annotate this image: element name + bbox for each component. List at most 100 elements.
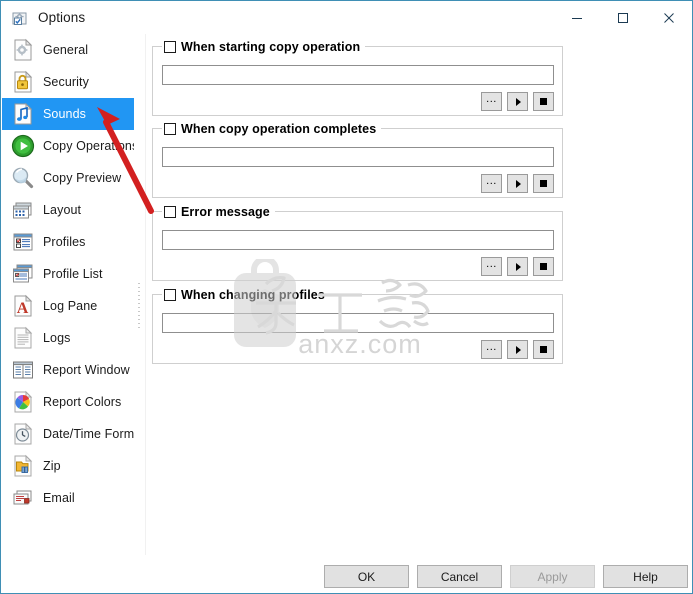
red-letter-a-icon: A (10, 293, 36, 319)
stop-button[interactable] (533, 340, 554, 359)
zip-folder-icon (10, 453, 36, 479)
sidebar-item-date-time-format[interactable]: Date/Time Format (2, 418, 134, 450)
sidebar-item-layout[interactable]: Layout (2, 194, 134, 226)
stop-button[interactable] (533, 257, 554, 276)
envelope-stack-icon (10, 485, 36, 511)
sidebar-item-label: Logs (43, 331, 71, 345)
sidebar-item-label: Profiles (43, 235, 86, 249)
magnifier-icon (10, 165, 36, 191)
stop-button[interactable] (533, 174, 554, 193)
window-controls (554, 1, 692, 34)
sidebar-item-label: Profile List (43, 267, 103, 281)
sidebar-item-profiles[interactable]: Profiles (2, 226, 134, 258)
group-when-starting-copy-operation: When starting copy operation ... (152, 38, 563, 116)
sidebar-item-copy-operations[interactable]: Copy Operations (2, 130, 134, 162)
group-title: When changing profiles (162, 286, 330, 303)
sound-file-input[interactable] (162, 230, 554, 250)
sidebar-item-profile-list[interactable]: Profile List (2, 258, 134, 290)
sidebar-item-label: Copy Preview (43, 171, 122, 185)
browse-button[interactable]: ... (481, 257, 502, 276)
options-dialog-window: Options General Security Sounds Copy Ope… (0, 0, 693, 594)
play-button[interactable] (507, 92, 528, 111)
lines-document-icon (10, 325, 36, 351)
apply-button: Apply (510, 565, 595, 588)
color-wheel-icon (10, 389, 36, 415)
settings-category-sidebar[interactable]: General Security Sounds Copy Operations … (2, 34, 134, 555)
sound-button-row: ... (481, 340, 554, 359)
splitter-line (145, 34, 146, 555)
group-label: When copy operation completes (181, 121, 377, 136)
stop-button[interactable] (533, 92, 554, 111)
browse-button[interactable]: ... (481, 340, 502, 359)
music-note-icon (10, 101, 36, 127)
sidebar-item-label: Report Window (43, 363, 130, 377)
close-button[interactable] (646, 1, 692, 34)
sidebar-item-label: Zip (43, 459, 61, 473)
sound-file-input[interactable] (162, 147, 554, 167)
sidebar-item-general[interactable]: General (2, 34, 134, 66)
group-when-changing-profiles: When changing profiles ... (152, 286, 563, 364)
svg-text:A: A (17, 300, 29, 317)
sound-button-row: ... (481, 92, 554, 111)
play-button[interactable] (507, 340, 528, 359)
sidebar-item-label: Date/Time Format (43, 427, 134, 441)
group-error-message: Error message ... (152, 203, 563, 281)
sidebar-item-zip[interactable]: Zip (2, 450, 134, 482)
sound-file-input[interactable] (162, 313, 554, 333)
sound-button-row: ... (481, 174, 554, 193)
sidebar-item-label: Report Colors (43, 395, 122, 409)
title-bar: Options (1, 1, 692, 34)
maximize-button[interactable] (600, 1, 646, 34)
sidebar-item-report-colors[interactable]: Report Colors (2, 386, 134, 418)
sidebar-item-label: Security (43, 75, 89, 89)
group-label: When starting copy operation (181, 39, 361, 54)
enable-checkbox[interactable] (164, 205, 176, 218)
sidebar-item-label: General (43, 43, 89, 57)
browse-button[interactable]: ... (481, 92, 502, 111)
enable-checkbox[interactable] (164, 40, 176, 53)
sidebar-item-security[interactable]: Security (2, 66, 134, 98)
sound-file-input[interactable] (162, 65, 554, 85)
enable-checkbox[interactable] (164, 122, 176, 135)
group-title: When copy operation completes (162, 120, 382, 137)
sidebar-item-report-window[interactable]: Report Window (2, 354, 134, 386)
group-title: When starting copy operation (162, 38, 366, 55)
sidebar-item-copy-preview[interactable]: Copy Preview (2, 162, 134, 194)
sound-button-row: ... (481, 257, 554, 276)
group-label: When changing profiles (181, 287, 325, 302)
sidebar-splitter[interactable] (134, 34, 148, 555)
sidebar-item-sounds[interactable]: Sounds (2, 98, 134, 130)
enable-checkbox[interactable] (164, 288, 176, 301)
sidebar-item-label: Copy Operations (43, 139, 134, 153)
sidebar-item-label: Email (43, 491, 75, 505)
sounds-settings-panel: When starting copy operation ... When co… (148, 34, 692, 555)
group-title: Error message (162, 203, 275, 220)
sidebar-item-label: Log Pane (43, 299, 98, 313)
group-when-copy-operation-completes: When copy operation completes ... (152, 120, 563, 198)
cancel-button[interactable]: Cancel (417, 565, 502, 588)
sidebar-item-logs[interactable]: Logs (2, 322, 134, 354)
windows-layout-icon (10, 197, 36, 223)
minimize-button[interactable] (554, 1, 600, 34)
options-gear-icon (10, 8, 30, 28)
ok-button[interactable]: OK (324, 565, 409, 588)
report-table-icon (10, 357, 36, 383)
sidebar-item-email[interactable]: Email (2, 482, 134, 514)
green-play-circle-icon (10, 133, 36, 159)
clock-icon (10, 421, 36, 447)
lock-icon (10, 69, 36, 95)
browse-button[interactable]: ... (481, 174, 502, 193)
splitter-grip[interactable] (138, 283, 140, 329)
window-title: Options (38, 10, 86, 25)
checklist-window-icon (10, 229, 36, 255)
sidebar-item-label: Sounds (43, 107, 86, 121)
dialog-button-bar: OK Cancel Apply Help (2, 555, 692, 593)
gear-document-icon (10, 37, 36, 63)
help-button[interactable]: Help (603, 565, 688, 588)
sidebar-item-label: Layout (43, 203, 82, 217)
play-button[interactable] (507, 257, 528, 276)
play-button[interactable] (507, 174, 528, 193)
stacked-windows-icon (10, 261, 36, 287)
group-label: Error message (181, 204, 270, 219)
sidebar-item-log-pane[interactable]: A Log Pane (2, 290, 134, 322)
